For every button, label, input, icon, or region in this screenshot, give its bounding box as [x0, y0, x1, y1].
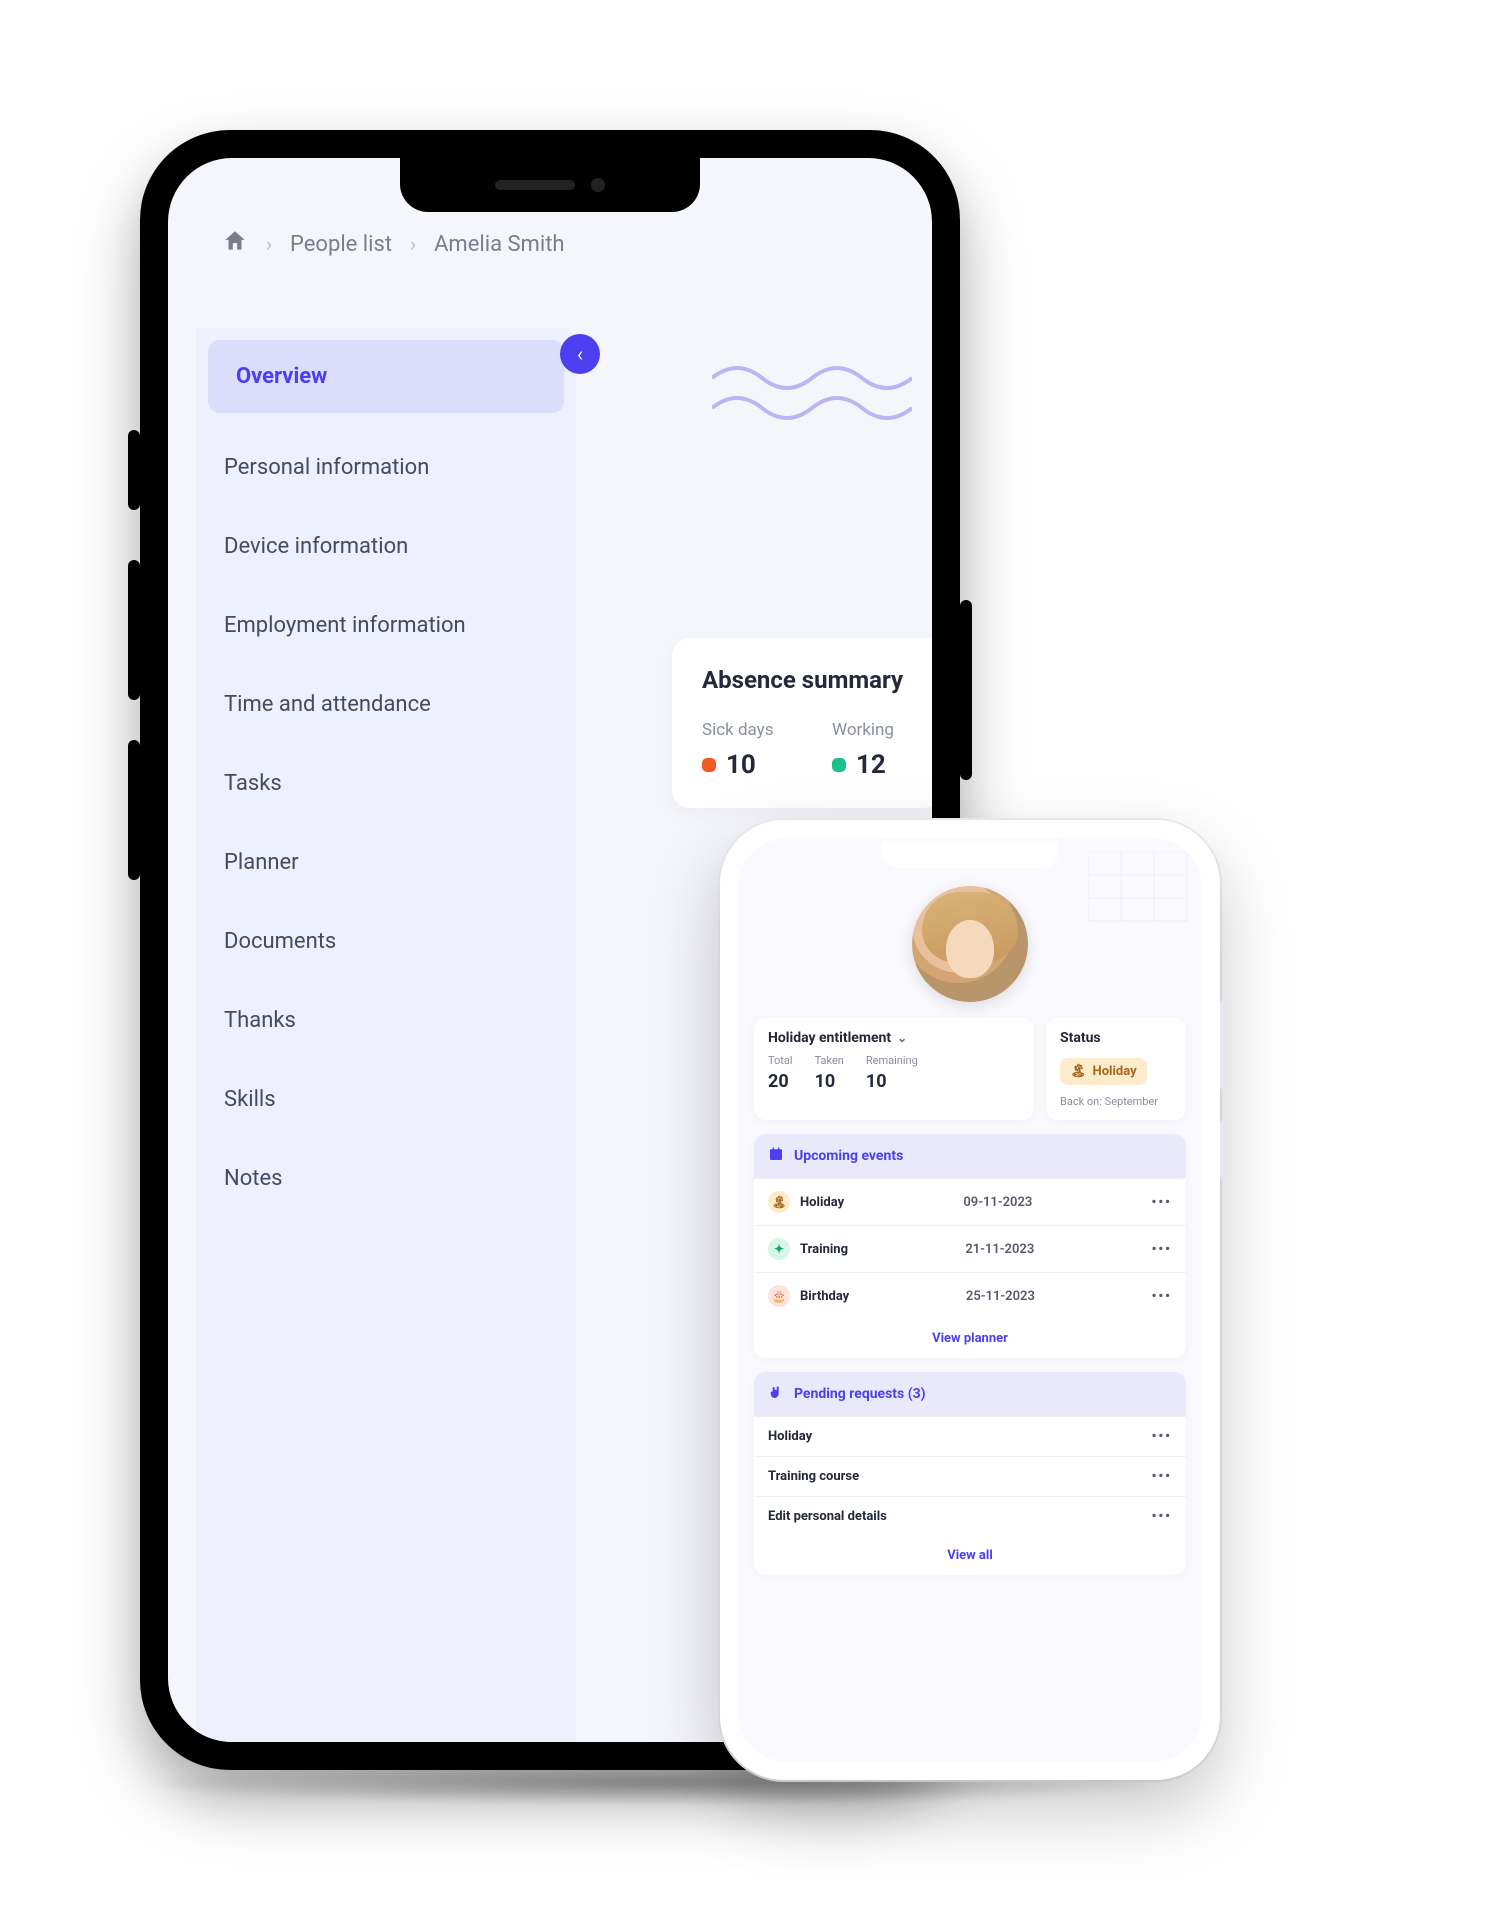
- back-on-label: Back on:: [1060, 1095, 1102, 1108]
- event-row[interactable]: 🏝 Holiday 09-11-2023 •••: [754, 1178, 1186, 1225]
- event-name: Birthday: [800, 1289, 849, 1304]
- speaker-grille: [495, 180, 575, 190]
- sidebar-item-tasks[interactable]: Tasks: [196, 747, 576, 820]
- request-row[interactable]: Holiday •••: [754, 1416, 1186, 1456]
- hand-icon: [768, 1384, 784, 1404]
- phone-small-screen: Holiday entitlement ⌄ Total 20 Taken 10 …: [738, 838, 1202, 1762]
- phone-power-button: [960, 600, 972, 780]
- pending-requests-card: Pending requests (3) Holiday ••• Trainin…: [754, 1372, 1186, 1575]
- palm-tree-icon: 🏝: [768, 1191, 790, 1213]
- entitlement-remaining-label: Remaining: [866, 1054, 918, 1067]
- request-row[interactable]: Edit personal details •••: [754, 1496, 1186, 1536]
- sidebar: Overview Personal information Device inf…: [196, 328, 576, 1742]
- chevron-down-icon: ⌄: [897, 1031, 907, 1045]
- phone-mute-switch: [128, 430, 140, 510]
- upcoming-events-card: Upcoming events 🏝Holiday 09-11-2023 ••• …: [754, 1134, 1186, 1358]
- more-icon[interactable]: •••: [1152, 1195, 1172, 1210]
- entitlement-remaining-value: 10: [866, 1071, 918, 1092]
- entitlement-taken-value: 10: [815, 1071, 844, 1092]
- chevron-right-icon: ›: [266, 232, 272, 256]
- phone-volume-down: [128, 740, 140, 880]
- training-icon: ✦: [768, 1238, 790, 1260]
- sidebar-item-planner[interactable]: Planner: [196, 826, 576, 899]
- holiday-entitlement-dropdown[interactable]: Holiday entitlement ⌄: [768, 1030, 1020, 1046]
- sick-days-dot-icon: [702, 758, 716, 772]
- sidebar-item-personal-information[interactable]: Personal information: [196, 431, 576, 504]
- sidebar-item-thanks[interactable]: Thanks: [196, 984, 576, 1057]
- home-icon[interactable]: [222, 228, 248, 260]
- working-value: 12: [856, 750, 886, 780]
- front-camera: [591, 178, 605, 192]
- phone-small-frame: Holiday entitlement ⌄ Total 20 Taken 10 …: [720, 820, 1220, 1780]
- palm-tree-icon: 🏝: [1070, 1064, 1087, 1079]
- more-icon[interactable]: •••: [1152, 1429, 1172, 1444]
- status-pill-label: Holiday: [1093, 1064, 1137, 1079]
- chevron-left-icon: ‹: [577, 342, 583, 366]
- entitlement-total-label: Total: [768, 1054, 793, 1067]
- status-pill: 🏝 Holiday: [1060, 1058, 1147, 1085]
- cake-icon: 🎂: [768, 1285, 790, 1307]
- upcoming-events-title: Upcoming events: [794, 1148, 903, 1164]
- holiday-entitlement-card: Holiday entitlement ⌄ Total 20 Taken 10 …: [754, 1018, 1034, 1120]
- holiday-entitlement-label: Holiday entitlement: [768, 1030, 891, 1046]
- back-on-value: September: [1105, 1095, 1158, 1108]
- chevron-right-icon: ›: [410, 232, 416, 256]
- more-icon[interactable]: •••: [1152, 1242, 1172, 1257]
- sidebar-item-skills[interactable]: Skills: [196, 1063, 576, 1136]
- request-name: Training course: [768, 1469, 859, 1484]
- sidebar-item-documents[interactable]: Documents: [196, 905, 576, 978]
- phone-notch: [400, 158, 700, 212]
- grid-decoration: [1088, 852, 1188, 922]
- sick-days-label: Sick days: [702, 720, 792, 740]
- event-date: 25-11-2023: [966, 1289, 1035, 1304]
- view-all-link[interactable]: View all: [754, 1536, 1186, 1575]
- calendar-icon: [768, 1146, 784, 1166]
- sick-days-value: 10: [726, 750, 756, 780]
- view-planner-link[interactable]: View planner: [754, 1319, 1186, 1358]
- breadcrumb-people-list[interactable]: People list: [290, 232, 392, 257]
- event-name: Holiday: [800, 1195, 844, 1210]
- event-date: 09-11-2023: [963, 1195, 1032, 1210]
- more-icon[interactable]: •••: [1152, 1509, 1172, 1524]
- wave-decoration: [712, 358, 912, 438]
- pending-requests-title: Pending requests (3): [794, 1386, 926, 1402]
- working-label: Working: [832, 720, 922, 740]
- event-row[interactable]: 🎂 Birthday 25-11-2023 •••: [754, 1272, 1186, 1319]
- phone-small-side-button: [1220, 1000, 1228, 1090]
- sidebar-item-notes[interactable]: Notes: [196, 1142, 576, 1215]
- request-row[interactable]: Training course •••: [754, 1456, 1186, 1496]
- entitlement-total-value: 20: [768, 1071, 793, 1092]
- absence-summary-card: Absence summary Sick days 10 Working 12: [672, 638, 932, 808]
- phone-volume-up: [128, 560, 140, 700]
- request-name: Holiday: [768, 1429, 812, 1444]
- sidebar-item-employment-information[interactable]: Employment information: [196, 589, 576, 662]
- entitlement-taken-label: Taken: [815, 1054, 844, 1067]
- sidebar-item-overview[interactable]: Overview: [208, 340, 564, 413]
- status-card: Status 🏝 Holiday Back on: September: [1046, 1018, 1186, 1120]
- more-icon[interactable]: •••: [1152, 1469, 1172, 1484]
- sidebar-item-device-information[interactable]: Device information: [196, 510, 576, 583]
- absence-summary-title: Absence summary: [702, 666, 912, 694]
- collapse-sidebar-button[interactable]: ‹: [560, 334, 600, 374]
- status-title: Status: [1060, 1030, 1101, 1046]
- avatar[interactable]: [912, 886, 1028, 1002]
- sidebar-item-time-and-attendance[interactable]: Time and attendance: [196, 668, 576, 741]
- request-name: Edit personal details: [768, 1509, 887, 1524]
- breadcrumb: › People list › Amelia Smith: [222, 228, 565, 260]
- more-icon[interactable]: •••: [1152, 1289, 1172, 1304]
- breadcrumb-person-name[interactable]: Amelia Smith: [434, 232, 564, 257]
- working-dot-icon: [832, 758, 846, 772]
- phone-small-side-button: [1220, 1120, 1228, 1180]
- event-date: 21-11-2023: [965, 1242, 1034, 1257]
- event-name: Training: [800, 1242, 848, 1257]
- phone-small-notch: [880, 838, 1060, 868]
- event-row[interactable]: ✦ Training 21-11-2023 •••: [754, 1225, 1186, 1272]
